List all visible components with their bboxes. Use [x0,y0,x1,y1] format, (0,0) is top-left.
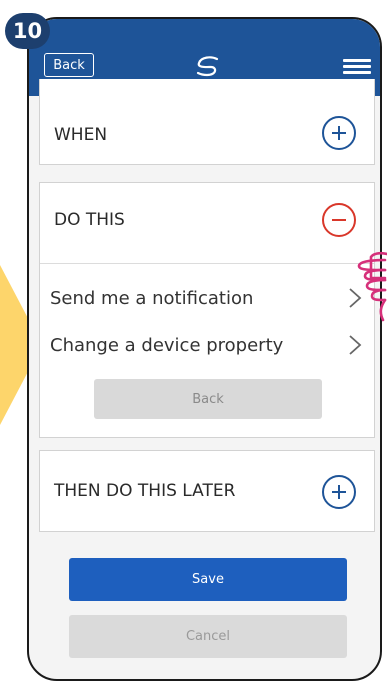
then-later-section: THEN DO THIS LATER [39,450,375,532]
save-button[interactable]: Save [69,558,347,601]
do-this-section: DO THIS Send me a notification Change a … [39,182,375,438]
do-this-title: DO THIS [54,210,125,230]
option-send-notification[interactable]: Send me a notification [50,283,362,313]
when-title: WHEN [54,125,108,145]
option-label: Change a device property [50,334,284,356]
hamburger-menu-icon[interactable] [343,59,371,75]
plus-circle-icon [332,126,346,140]
back-button[interactable]: Back [44,53,94,77]
options-back-button[interactable]: Back [94,379,322,419]
minus-circle-icon [332,219,346,221]
section-divider [40,263,374,264]
when-expand-button[interactable] [322,116,356,150]
option-change-device-property[interactable]: Change a device property [50,330,362,360]
chevron-right-icon [349,335,362,355]
when-section: WHEN [39,79,375,165]
then-later-title: THEN DO THIS LATER [54,481,236,501]
plus-circle-icon [332,485,346,499]
then-later-expand-button[interactable] [322,475,356,509]
do-this-collapse-button[interactable] [322,203,356,237]
option-label: Send me a notification [50,287,254,309]
pointing-hand-icon [357,251,387,322]
step-number-badge: 10 [5,13,50,49]
phone-frame: Back WHEN DO THIS Send me a notification [27,17,382,681]
logo-icon [196,56,219,77]
cancel-button[interactable]: Cancel [69,615,347,658]
